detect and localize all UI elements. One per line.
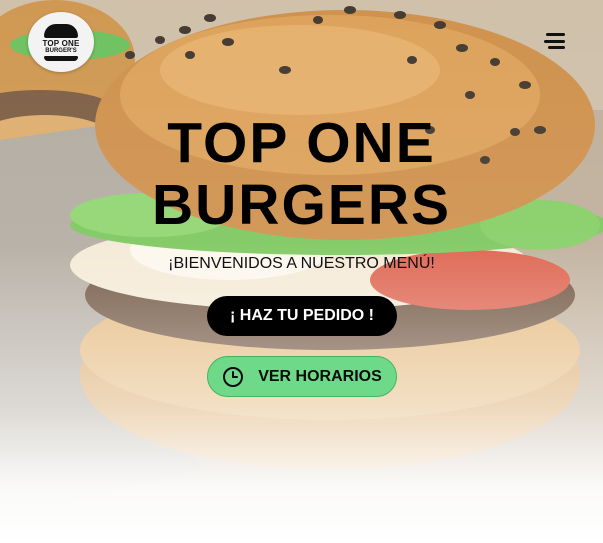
hero-title-line2: BURGERS	[151, 173, 452, 237]
hero-title: TOP ONE BURGERS	[0, 112, 603, 236]
hamburger-menu-icon[interactable]	[543, 31, 567, 51]
burger-logo-icon	[44, 23, 78, 38]
clock-icon	[223, 366, 244, 387]
burger-logo-bun	[44, 55, 78, 61]
logo-text-top: TOP ONE	[42, 38, 80, 48]
logo-text-bottom: BURGER'S	[45, 47, 77, 54]
order-button[interactable]: ¡ HAZ TU PEDIDO !	[207, 296, 397, 336]
view-hours-label: VER HORARIOS	[258, 367, 382, 385]
hero-title-line1: TOP ONE	[167, 111, 436, 175]
brand-logo[interactable]: TOP ONE BURGER'S	[28, 12, 94, 72]
view-hours-button[interactable]: VER HORARIOS	[207, 356, 397, 397]
hero-subtitle: ¡BIENVENIDOS A NUESTRO MENÚ!	[168, 255, 435, 272]
